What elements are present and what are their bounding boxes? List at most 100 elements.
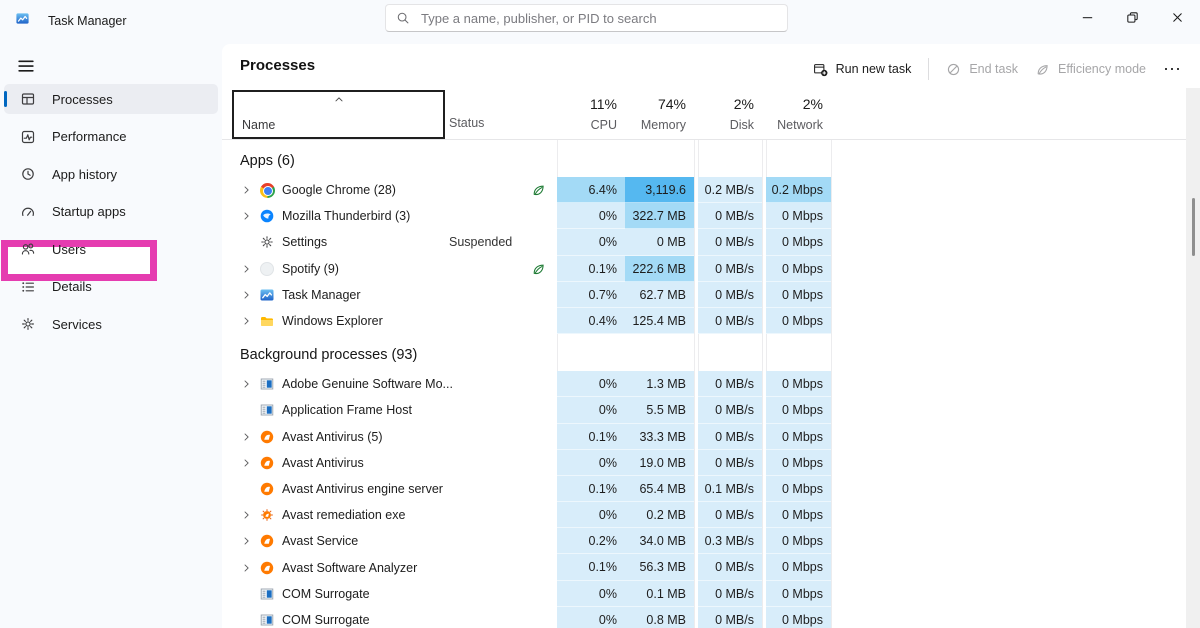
avast-icon — [259, 533, 275, 549]
table-row[interactable]: Google Chrome (28)6.4%3,119.6 MB0.2 MB/s… — [222, 177, 1186, 203]
restore-button[interactable] — [1110, 0, 1155, 34]
cpu-cell: 0% — [557, 229, 625, 255]
table-row[interactable]: Spotify (9)0.1%222.6 MB0 MB/s0 Mbps — [222, 256, 1186, 282]
process-name: COM Surrogate — [282, 613, 370, 627]
expand-chevron-icon[interactable] — [241, 562, 252, 573]
memory-column-header[interactable]: 74% Memory — [625, 88, 694, 140]
table-row[interactable]: Application Frame Host0%5.5 MB0 MB/s0 Mb… — [222, 397, 1186, 423]
network-cell: 0 Mbps — [766, 256, 831, 282]
disk-cell: 0.2 MB/s — [698, 177, 762, 203]
memory-cell: 322.7 MB — [625, 203, 694, 229]
startup-icon — [20, 204, 36, 220]
search-input[interactable] — [419, 10, 777, 27]
network-cell: 0 Mbps — [766, 424, 831, 450]
disk-column-header[interactable]: 2% Disk — [698, 88, 762, 140]
name-column-header[interactable]: Name — [232, 90, 445, 139]
table-row[interactable]: Avast Antivirus (5)0.1%33.3 MB0 MB/s0 Mb… — [222, 424, 1186, 450]
expand-chevron-icon[interactable] — [241, 379, 252, 390]
expand-chevron-icon[interactable] — [241, 289, 252, 300]
network-cell: 0 Mbps — [766, 229, 831, 255]
sidebar-item-services[interactable]: Services — [4, 309, 218, 339]
table-row[interactable]: Task Manager0.7%62.7 MB0 MB/s0 Mbps — [222, 282, 1186, 308]
efficiency-leaf-icon — [531, 183, 546, 198]
process-name: Avast Service — [282, 534, 358, 548]
scrollbar-track[interactable] — [1186, 88, 1200, 628]
close-icon — [1170, 10, 1185, 25]
table-row[interactable]: Adobe Genuine Software Mo...0%1.3 MB0 MB… — [222, 371, 1186, 397]
expand-chevron-icon[interactable] — [241, 263, 252, 274]
process-name: Avast Antivirus — [282, 456, 364, 470]
network-cell: 0 Mbps — [766, 203, 831, 229]
expand-chevron-icon[interactable] — [241, 316, 252, 327]
restore-icon — [1125, 10, 1140, 25]
minimize-button[interactable] — [1065, 0, 1110, 34]
process-name: Windows Explorer — [282, 314, 383, 328]
avastbug-icon — [259, 507, 275, 523]
process-name: Task Manager — [282, 288, 361, 302]
memory-cell: 222.6 MB — [625, 256, 694, 282]
efficiency-mode-label: Efficiency mode — [1058, 62, 1146, 76]
table-row[interactable]: Mozilla Thunderbird (3)0%322.7 MB0 MB/s0… — [222, 203, 1186, 229]
avast-icon — [259, 455, 275, 471]
hamburger-icon — [16, 56, 36, 76]
folder-icon — [259, 313, 275, 329]
sidebar-item-app-history[interactable]: App history — [4, 159, 218, 189]
spotify-icon — [260, 262, 274, 276]
table-row[interactable]: COM Surrogate0%0.8 MB0 MB/s0 Mbps — [222, 607, 1186, 628]
more-options-button[interactable]: ⋯ — [1163, 64, 1182, 74]
memory-cell: 0.1 MB — [625, 581, 694, 607]
efficiency-leaf-icon — [1035, 62, 1050, 77]
menu-button[interactable] — [16, 56, 38, 76]
toolbar: Run new task End task Efficiency mode ⋯ — [813, 54, 1182, 84]
expand-chevron-icon[interactable] — [241, 185, 252, 196]
cpu-cell: 0.2% — [557, 528, 625, 554]
cpu-column-header[interactable]: 11% CPU — [557, 88, 625, 140]
expand-chevron-icon[interactable] — [241, 211, 252, 222]
network-cell: 0 Mbps — [766, 528, 831, 554]
cpu-cell: 0% — [557, 371, 625, 397]
table-row[interactable]: Avast Software Analyzer0.1%56.3 MB0 MB/s… — [222, 554, 1186, 580]
disk-cell: 0 MB/s — [698, 282, 762, 308]
end-task-icon — [946, 62, 961, 77]
expand-chevron-icon[interactable] — [241, 457, 252, 468]
title-bar: Task Manager — [0, 0, 1200, 44]
cpu-cell: 0% — [557, 397, 625, 423]
table-row[interactable]: SettingsSuspended0%0 MB0 MB/s0 Mbps — [222, 229, 1186, 255]
sidebar-item-users[interactable]: Users — [4, 234, 218, 264]
network-column-header[interactable]: 2% Network — [766, 88, 831, 140]
sidebar-item-details[interactable]: Details — [4, 272, 218, 302]
table-row[interactable]: Windows Explorer0.4%125.4 MB0 MB/s0 Mbps — [222, 308, 1186, 334]
status-column-header[interactable]: Status — [449, 116, 484, 130]
sidebar-item-processes[interactable]: Processes — [4, 84, 218, 114]
disk-cell: 0 MB/s — [698, 371, 762, 397]
run-new-task-button[interactable]: Run new task — [813, 62, 912, 77]
tm-icon — [259, 287, 275, 303]
expand-chevron-icon[interactable] — [241, 431, 252, 442]
window-icon — [259, 376, 275, 392]
cpu-cell: 0.1% — [557, 256, 625, 282]
efficiency-leaf-icon — [531, 261, 546, 276]
table-row[interactable]: Avast Antivirus engine server0.1%65.4 MB… — [222, 476, 1186, 502]
table-row[interactable]: Avast remediation exe0%0.2 MB0 MB/s0 Mbp… — [222, 502, 1186, 528]
search-box[interactable] — [385, 4, 788, 32]
expand-chevron-icon[interactable] — [241, 536, 252, 547]
close-button[interactable] — [1155, 0, 1200, 34]
group-header: Background processes (93) — [222, 334, 1186, 371]
expand-chevron-icon[interactable] — [241, 510, 252, 521]
table-row[interactable]: Avast Service0.2%34.0 MB0.3 MB/s0 Mbps — [222, 528, 1186, 554]
scrollbar-thumb[interactable] — [1192, 198, 1195, 256]
disk-cell: 0 MB/s — [698, 607, 762, 628]
window-icon — [259, 402, 275, 418]
network-cell: 0 Mbps — [766, 476, 831, 502]
memory-cell: 65.4 MB — [625, 476, 694, 502]
network-cell: 0 Mbps — [766, 282, 831, 308]
sidebar-item-performance[interactable]: Performance — [4, 122, 218, 152]
disk-cell: 0.3 MB/s — [698, 528, 762, 554]
table-row[interactable]: Avast Antivirus0%19.0 MB0 MB/s0 Mbps — [222, 450, 1186, 476]
sidebar-item-startup-apps[interactable]: Startup apps — [4, 197, 218, 227]
efficiency-mode-button[interactable]: Efficiency mode — [1035, 62, 1146, 77]
table-row[interactable]: COM Surrogate0%0.1 MB0 MB/s0 Mbps — [222, 581, 1186, 607]
cpu-cell: 0.1% — [557, 424, 625, 450]
process-name: Avast Antivirus engine server — [282, 482, 443, 496]
end-task-button[interactable]: End task — [946, 62, 1018, 77]
